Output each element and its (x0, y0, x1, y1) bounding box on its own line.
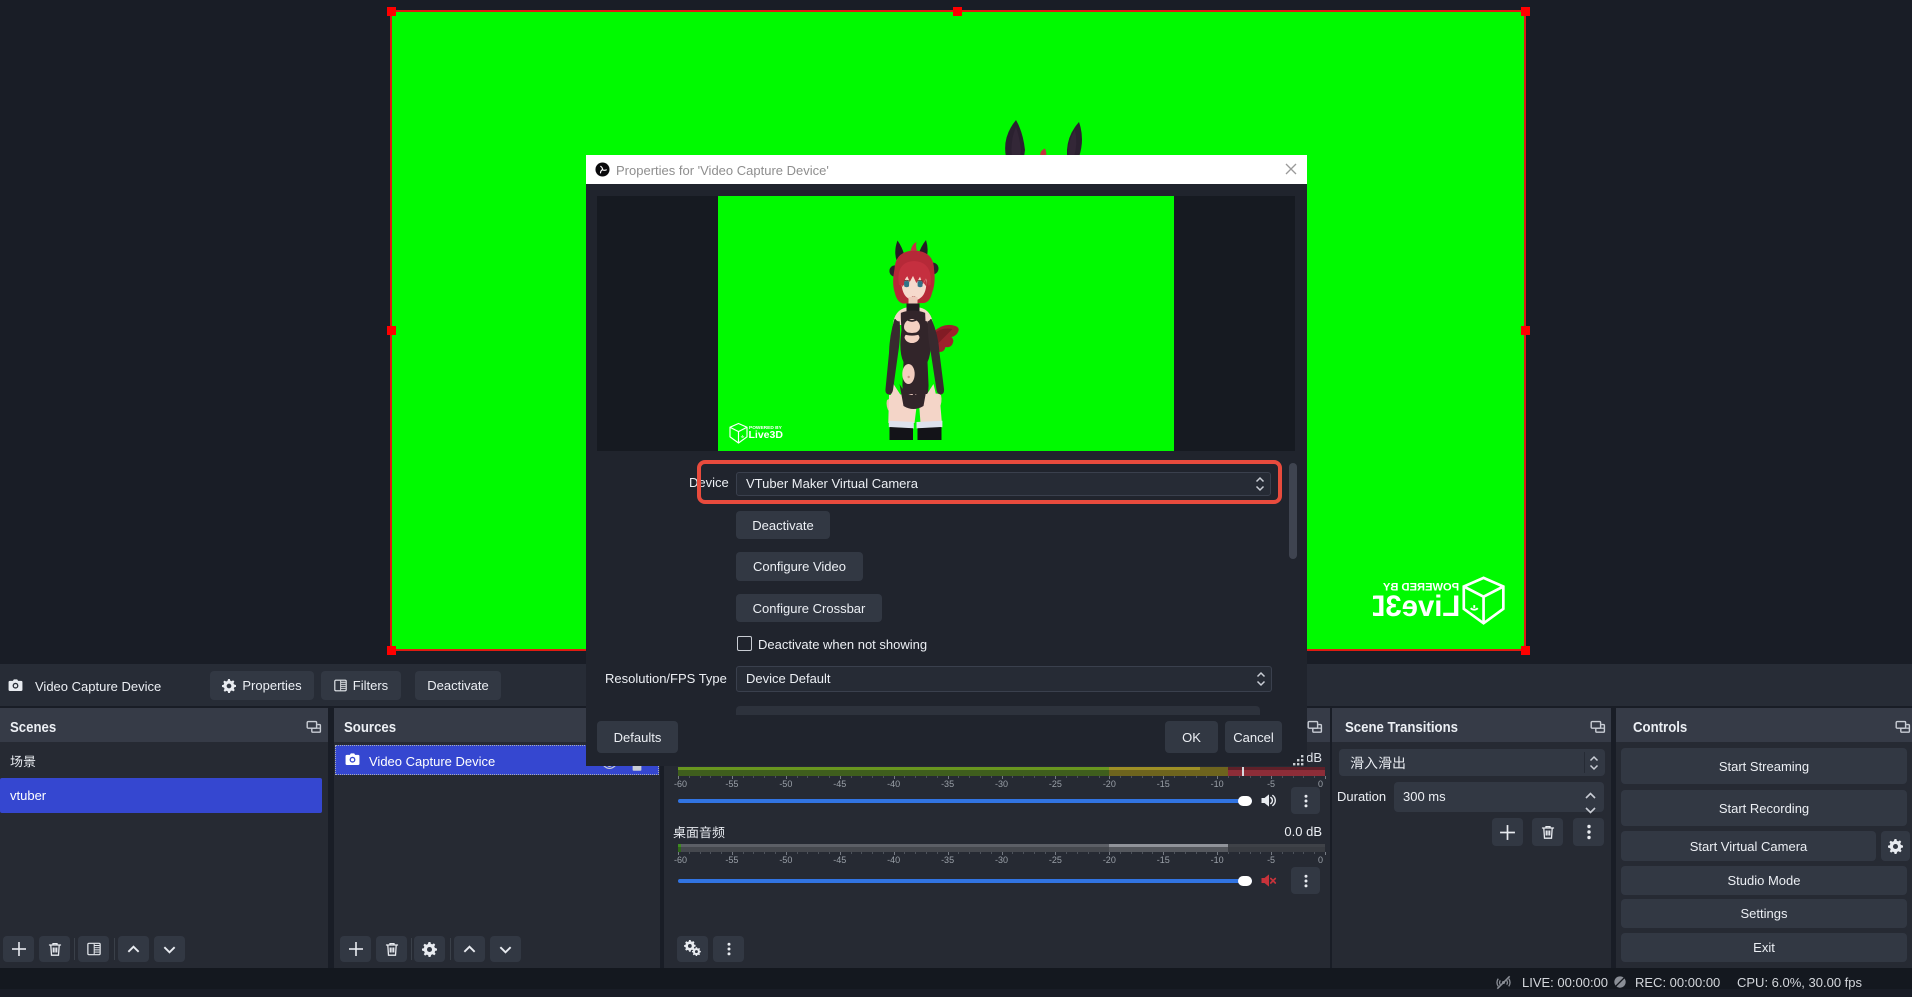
svg-text:Live3D: Live3D (749, 429, 784, 441)
svg-text:Live3D: Live3D (1373, 590, 1460, 623)
